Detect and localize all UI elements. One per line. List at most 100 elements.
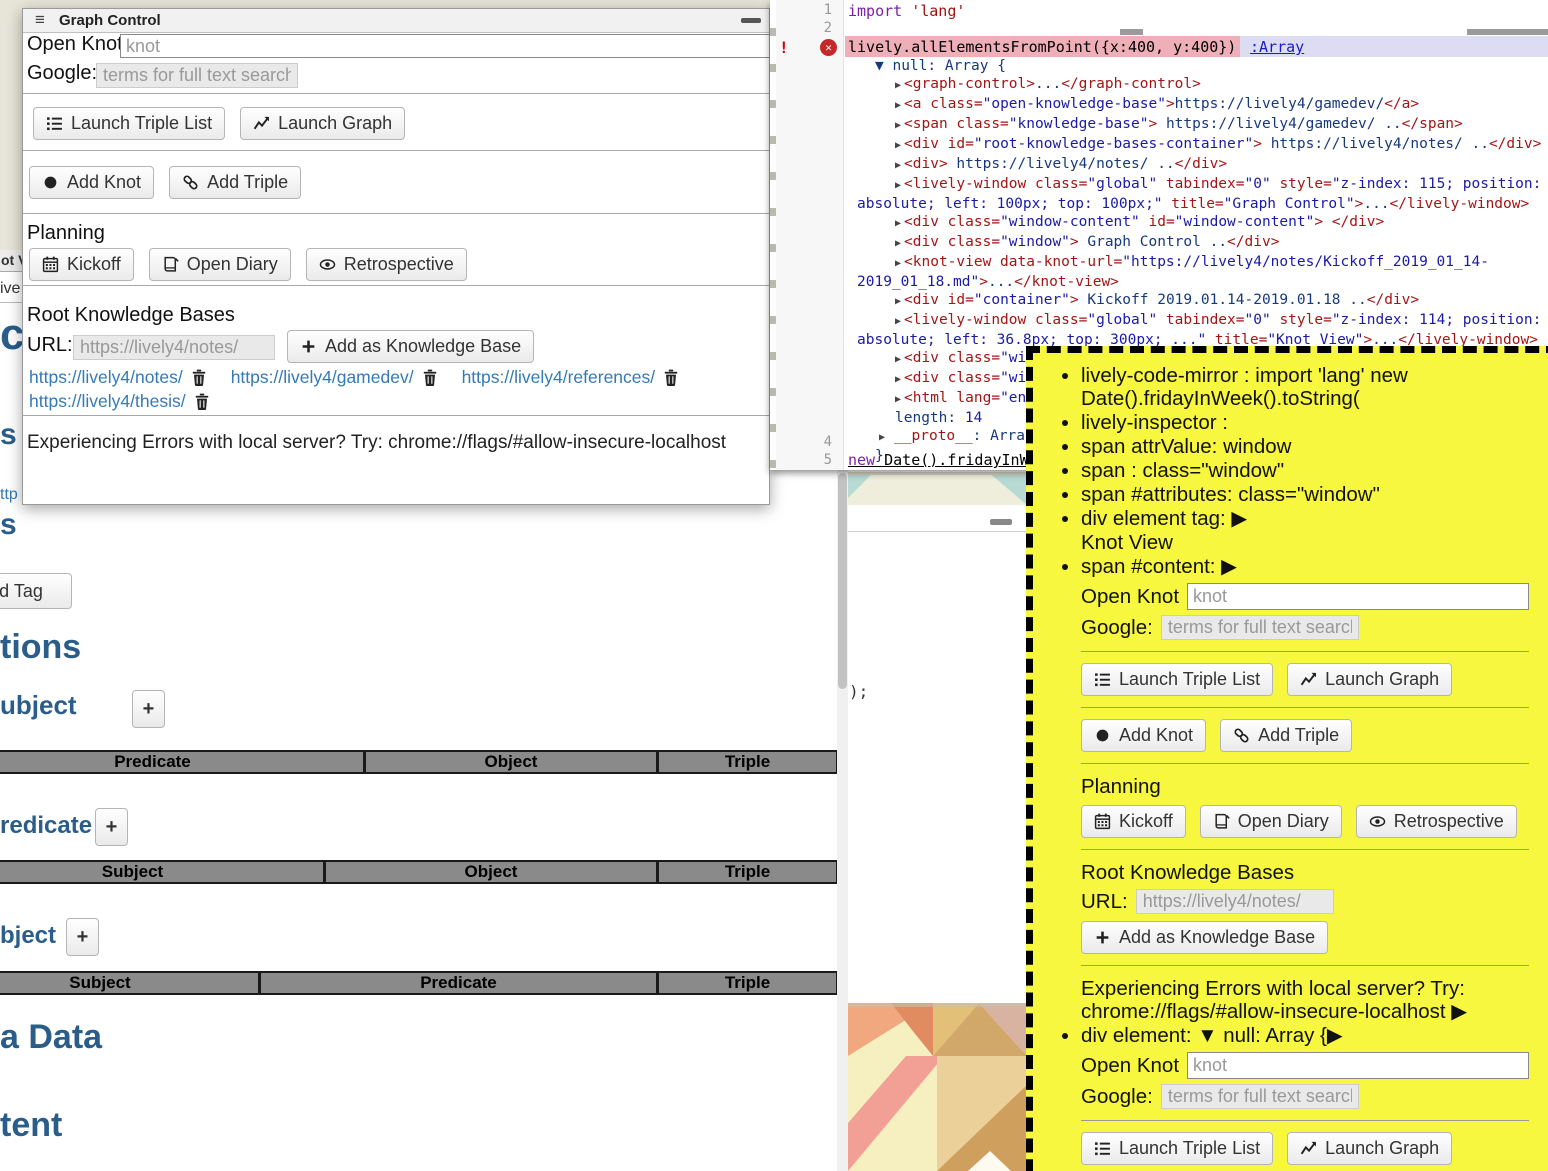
launch-graph-button[interactable]: Launch Graph	[1287, 663, 1452, 696]
add-triple-button[interactable]: Add Triple	[1220, 719, 1352, 752]
geometric-pattern-image	[848, 1003, 1027, 1171]
inspector-tree-node[interactable]: ▶<div id="root-knowledge-bases-container…	[845, 135, 1545, 155]
inspector-tree-node[interactable]: ▶<span class="knowledge-base"> https://l…	[845, 115, 1545, 135]
launch-triple-list-button[interactable]: Launch Triple List	[1081, 1132, 1273, 1165]
scrollbar-thumb[interactable]	[838, 473, 847, 689]
open-diary-button[interactable]: Open Diary	[1200, 805, 1342, 838]
trash-icon[interactable]	[663, 369, 679, 387]
url-input[interactable]	[73, 335, 275, 360]
open-knot-input[interactable]	[1187, 583, 1529, 610]
window-title: Graph Control	[59, 12, 161, 29]
url-label: URL:	[1081, 890, 1128, 913]
tooltip-item[interactable]: span #content: ▶ Open Knot Google: Launc…	[1081, 555, 1541, 1023]
open-knot-input[interactable]	[120, 34, 770, 58]
inspector-root-node[interactable]: ▼ null: Array {	[845, 57, 1545, 75]
google-search-input[interactable]	[1161, 615, 1359, 640]
circle-icon	[42, 174, 59, 191]
retrospective-button[interactable]: Retrospective	[306, 248, 467, 281]
kickoff-button[interactable]: Kickoff	[1081, 805, 1186, 838]
divider	[848, 531, 1027, 532]
launch-triple-list-button[interactable]: Launch Triple List	[1081, 663, 1273, 696]
inspector-tree-node[interactable]: ▶<div> https://lively4/notes/ ..</div>	[845, 155, 1545, 175]
knowledge-base-link[interactable]: https://lively4/references/	[462, 366, 656, 389]
tooltip-item[interactable]: div element: ▼ null: Array {▶ Open Knot …	[1081, 1024, 1541, 1171]
tooltip-item[interactable]: lively-code-mirror : import 'lang' new D…	[1081, 364, 1541, 410]
knowledge-base-list: https://lively4/notes/https://lively4/ga…	[29, 366, 765, 414]
table-column-header: Subject	[0, 860, 325, 884]
add-knot-button[interactable]: Add Knot	[1081, 719, 1206, 752]
divider	[0, 302, 22, 303]
table-column-header: Subject	[0, 971, 260, 995]
open-knot-input[interactable]	[1187, 1052, 1529, 1079]
circle-icon	[1094, 727, 1111, 744]
add-knowledge-base-button[interactable]: Add as Knowledge Base	[287, 330, 534, 363]
scrollbar[interactable]	[837, 470, 848, 1171]
trash-icon[interactable]	[194, 393, 210, 411]
inspector-tree-node[interactable]: ▶<knot-view data-knot-url="https://livel…	[845, 253, 1545, 291]
add-object-button[interactable]: +	[66, 918, 99, 956]
add-triple-button[interactable]: Add Triple	[169, 166, 301, 199]
knowledge-base-item: https://lively4/gamedev/	[231, 366, 438, 389]
tooltip-item[interactable]: lively-inspector :	[1081, 411, 1541, 434]
knowledge-base-link[interactable]: https://lively4/notes/	[29, 366, 183, 389]
inspector-tree-node[interactable]: ▶<div class="window-content" id="window-…	[845, 213, 1545, 233]
inspector-tree-node[interactable]: ▶<lively-window class="global" tabindex=…	[845, 311, 1545, 349]
open-diary-button[interactable]: Open Diary	[149, 248, 291, 281]
inspector-tree-node[interactable]: ▶<lively-window class="global" tabindex=…	[845, 175, 1545, 213]
tooltip-item[interactable]: span #attributes: class="window"	[1081, 483, 1541, 506]
triples-table-header: Subject Predicate Triple	[0, 971, 838, 995]
retrospective-button[interactable]: Retrospective	[1356, 805, 1517, 838]
window-titlebar[interactable]: ≡ Graph Control	[23, 9, 769, 33]
tooltip-item[interactable]: span : class="window"	[1081, 459, 1541, 482]
inspector-tree-node[interactable]: ▶<div id="container"> Kickoff 2019.01.14…	[845, 291, 1545, 311]
embedded-graph-control-preview: Open Knot Google: Launch Triple List Lau…	[1081, 583, 1541, 1023]
code-line[interactable]: import 'lang'	[848, 2, 965, 20]
add-subject-button[interactable]: +	[132, 690, 165, 728]
google-label: Google:	[1081, 1085, 1153, 1108]
inspector-tree-node[interactable]: ▶<graph-control>...</graph-control>	[845, 75, 1545, 95]
code-line-error[interactable]: lively.allElementsFromPoint({x:400, y:40…	[848, 38, 1236, 56]
code-fragment: );	[849, 682, 868, 701]
background-link-fragment[interactable]: ttp	[0, 486, 18, 504]
error-icon[interactable]: ✕	[820, 39, 837, 56]
minimize-button[interactable]	[990, 519, 1012, 525]
tooltip-item[interactable]: div element tag: ▶ Knot View	[1081, 507, 1541, 554]
add-tag-button[interactable]: Add Tag	[0, 573, 72, 609]
launch-graph-button[interactable]: Launch Graph	[1287, 1132, 1452, 1165]
open-knot-label: Open Knot	[27, 33, 123, 56]
landscape-image-strip	[848, 472, 1027, 505]
line-number: 1	[776, 2, 832, 18]
launch-triple-list-button[interactable]: Launch Triple List	[33, 107, 225, 140]
book-icon	[162, 256, 179, 273]
trash-icon[interactable]	[422, 369, 438, 387]
scroll-fragment	[1120, 29, 1143, 35]
trash-icon[interactable]	[191, 369, 207, 387]
calendar-icon	[42, 256, 59, 273]
add-knot-button[interactable]: Add Knot	[29, 166, 154, 199]
content-heading: tent	[0, 1106, 62, 1145]
tooltip-item[interactable]: span attrValue: window	[1081, 435, 1541, 458]
plus-icon	[300, 338, 317, 355]
window-menu-icon[interactable]: ≡	[35, 10, 45, 30]
object-heading: bject	[0, 922, 56, 950]
inspector-tree-node[interactable]: ▶<a class="open-knowledge-base">https://…	[845, 95, 1545, 115]
add-knowledge-base-button[interactable]: Add as Knowledge Base	[1081, 921, 1328, 954]
launch-graph-button[interactable]: Launch Graph	[240, 107, 405, 140]
url-input[interactable]	[1136, 889, 1334, 914]
google-search-input[interactable]	[1161, 1084, 1359, 1109]
knowledge-base-link[interactable]: https://lively4/gamedev/	[231, 366, 414, 389]
table-column-header: Triple	[658, 860, 838, 884]
add-predicate-button[interactable]: +	[95, 808, 128, 846]
kickoff-button[interactable]: Kickoff	[29, 248, 134, 281]
knowledge-base-link[interactable]: https://lively4/thesis/	[29, 390, 186, 413]
planning-heading: Planning	[27, 222, 105, 245]
google-search-input[interactable]	[96, 63, 298, 88]
background-window-titlebar[interactable]: ot V	[0, 250, 22, 272]
meta-data-heading: a Data	[0, 1018, 102, 1057]
inspector-tree-node[interactable]: ▶<div class="window"> Graph Control ..</…	[845, 233, 1545, 253]
eye-icon	[1369, 813, 1386, 830]
result-annotation-link[interactable]: :Array	[1250, 38, 1304, 56]
minimize-button[interactable]	[741, 18, 761, 23]
knowledge-base-item: https://lively4/references/	[462, 366, 680, 389]
local-server-error-hint: Experiencing Errors with local server? T…	[27, 432, 726, 454]
